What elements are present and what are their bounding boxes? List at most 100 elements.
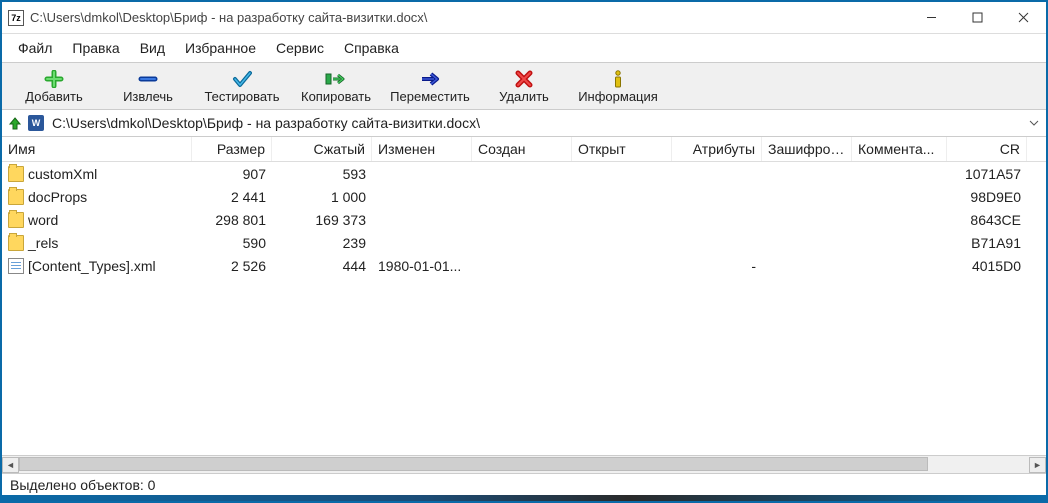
table-row[interactable]: [Content_Types].xml2 5264441980-01-01...…	[2, 254, 1046, 277]
table-body: customXml 907593 1071A57docProps2 4411 000…	[2, 162, 1046, 455]
table-row[interactable]: customXml 907593 1071A57	[2, 162, 1046, 185]
extract-button[interactable]: Извлечь	[102, 65, 194, 107]
x-icon	[515, 69, 533, 89]
menu-file[interactable]: Файл	[10, 38, 60, 58]
cell-packed: 593	[272, 164, 372, 184]
up-arrow-icon	[8, 116, 22, 130]
cell-accessed	[572, 172, 672, 176]
folder-icon	[8, 166, 24, 182]
col-attributes[interactable]: Атрибуты	[672, 137, 762, 161]
cell-size: 907	[192, 164, 272, 184]
up-button[interactable]	[6, 114, 24, 132]
menu-favorites[interactable]: Избранное	[177, 38, 264, 58]
minimize-button[interactable]	[908, 3, 954, 33]
table-row[interactable]: docProps2 4411 00098D9E0	[2, 185, 1046, 208]
menu-view[interactable]: Вид	[132, 38, 173, 58]
file-name: customXml	[28, 166, 97, 182]
cell-comment	[852, 264, 947, 268]
table-row[interactable]: _rels590239B71A91	[2, 231, 1046, 254]
cell-created	[472, 264, 572, 268]
folder-icon	[8, 235, 24, 251]
folder-icon	[8, 212, 24, 228]
col-packed[interactable]: Сжатый	[272, 137, 372, 161]
file-icon	[8, 258, 24, 274]
file-name: word	[28, 212, 58, 228]
close-icon	[1018, 12, 1029, 23]
cell-modified: 1980-01-01...	[372, 256, 472, 276]
cell-created	[472, 218, 572, 222]
copy-label: Копировать	[301, 89, 371, 104]
menu-edit[interactable]: Правка	[64, 38, 127, 58]
scroll-left-arrow[interactable]: ◄	[2, 457, 19, 473]
cell-name: _rels	[2, 233, 192, 253]
path-input[interactable]	[48, 113, 1022, 133]
delete-label: Удалить	[499, 89, 549, 104]
minimize-icon	[926, 12, 937, 23]
cell-created	[472, 241, 572, 245]
col-size[interactable]: Размер	[192, 137, 272, 161]
copy-button[interactable]: Копировать	[290, 65, 382, 107]
move-arrow-icon	[419, 69, 441, 89]
cell-enc	[762, 241, 852, 245]
cell-name: docProps	[2, 187, 192, 207]
cell-created	[472, 195, 572, 199]
cell-attr	[672, 195, 762, 199]
move-button[interactable]: Переместить	[384, 65, 476, 107]
col-modified[interactable]: Изменен	[372, 137, 472, 161]
cell-comment	[852, 172, 947, 176]
cell-enc	[762, 195, 852, 199]
cell-name: customXml	[2, 164, 192, 184]
maximize-button[interactable]	[954, 3, 1000, 33]
table-row[interactable]: word298 801169 3738643CE	[2, 208, 1046, 231]
status-text: Выделено объектов: 0	[10, 477, 155, 493]
scroll-thumb[interactable]	[19, 457, 928, 471]
add-button[interactable]: Добавить	[8, 65, 100, 107]
cell-attr	[672, 172, 762, 176]
cell-created	[472, 172, 572, 176]
cell-size: 2 526	[192, 256, 272, 276]
col-comment[interactable]: Коммента...	[852, 137, 947, 161]
window-title: C:\Users\dmkol\Desktop\Бриф - на разрабо…	[30, 10, 908, 25]
extract-label: Извлечь	[123, 89, 173, 104]
cell-accessed	[572, 241, 672, 245]
menubar: Файл Правка Вид Избранное Сервис Справка	[2, 34, 1046, 62]
table-header: Имя Размер Сжатый Изменен Создан Открыт …	[2, 137, 1046, 162]
scroll-track[interactable]	[19, 457, 1029, 473]
cell-enc	[762, 218, 852, 222]
maximize-icon	[972, 12, 983, 23]
cell-size: 590	[192, 233, 272, 253]
cell-packed: 239	[272, 233, 372, 253]
info-button[interactable]: Информация	[572, 65, 664, 107]
delete-button[interactable]: Удалить	[478, 65, 570, 107]
close-button[interactable]	[1000, 3, 1046, 33]
cell-comment	[852, 195, 947, 199]
path-bar: W	[2, 110, 1046, 137]
test-button[interactable]: Тестировать	[196, 65, 288, 107]
cell-accessed	[572, 195, 672, 199]
file-name: docProps	[28, 189, 87, 205]
menu-tools[interactable]: Сервис	[268, 38, 332, 58]
cell-size: 298 801	[192, 210, 272, 230]
menu-help[interactable]: Справка	[336, 38, 407, 58]
cell-packed: 169 373	[272, 210, 372, 230]
file-name: [Content_Types].xml	[28, 258, 156, 274]
col-name[interactable]: Имя	[2, 137, 192, 161]
path-dropdown[interactable]	[1026, 116, 1042, 131]
horizontal-scrollbar[interactable]: ◄ ►	[2, 455, 1046, 473]
cell-attr	[672, 218, 762, 222]
scroll-right-arrow[interactable]: ►	[1029, 457, 1046, 473]
move-label: Переместить	[390, 89, 470, 104]
window-controls	[908, 3, 1046, 33]
cell-comment	[852, 241, 947, 245]
test-label: Тестировать	[204, 89, 279, 104]
folder-icon	[8, 189, 24, 205]
col-accessed[interactable]: Открыт	[572, 137, 672, 161]
cell-crc: 1071A57	[947, 164, 1027, 184]
file-table: Имя Размер Сжатый Изменен Создан Открыт …	[2, 137, 1046, 455]
col-crc[interactable]: CR	[947, 137, 1027, 161]
copy-arrow-icon	[325, 69, 347, 89]
col-encrypted[interactable]: Зашифров...	[762, 137, 852, 161]
cell-modified	[372, 241, 472, 245]
col-created[interactable]: Создан	[472, 137, 572, 161]
chevron-down-icon	[1029, 118, 1039, 128]
